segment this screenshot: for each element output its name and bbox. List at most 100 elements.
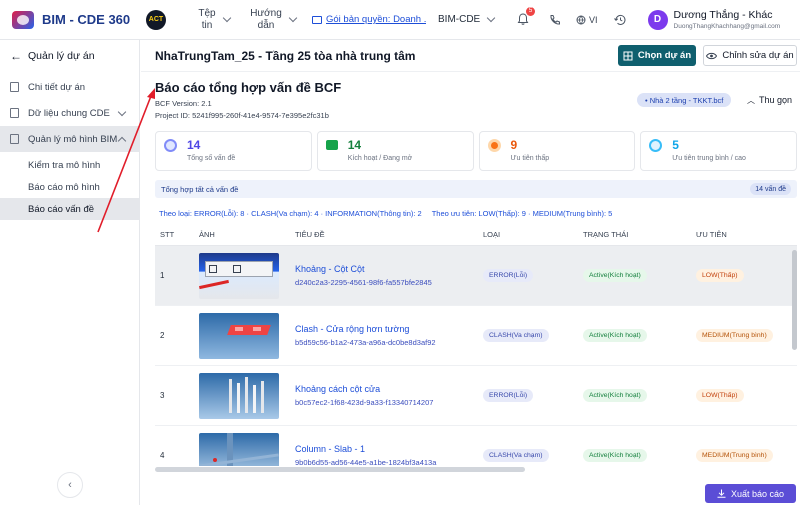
table-row[interactable]: 2 Clash - Cửa rộng hơn tường b5d59c56-b1a… — [155, 306, 797, 366]
app-name: BIM - CDE 360 — [42, 12, 131, 27]
org-badge[interactable]: ACT — [146, 9, 166, 30]
column-header[interactable]: STT — [155, 230, 195, 239]
stat-card-medium-high: 5 Ưu tiên trung bình / cao — [640, 131, 797, 171]
edit-project-button[interactable]: Chỉnh sửa dự án — [703, 45, 797, 66]
nav-files[interactable]: Tệp tin — [190, 8, 238, 32]
stat-label: Ưu tiên trung bình / cao — [672, 155, 746, 162]
stats-row: 14 Tổng số vấn đề 14 Kích hoạt / Đang mở… — [155, 131, 797, 171]
issue-thumbnail[interactable] — [199, 372, 279, 419]
table-row[interactable]: 4 Column - Slab - 1 9b0b6d55-ad56-44e5-a1… — [155, 426, 797, 466]
project-selector[interactable]: BIM-CDE — [438, 13, 508, 25]
chevron-down-icon — [288, 13, 298, 23]
phone-icon — [550, 14, 560, 25]
license-package-text: Gói bản quyền: Doanh ... — [326, 14, 426, 25]
issue-title[interactable]: Khoảng cách cột cửa — [295, 384, 483, 394]
priority-badge: LOW(Thấp) — [696, 269, 744, 282]
issue-title[interactable]: Clash - Cửa rộng hơn tường — [295, 324, 483, 334]
app-logo[interactable]: BIM - CDE 360 — [12, 10, 140, 29]
chevron-left-icon: ‹ — [68, 479, 72, 491]
row-number: 1 — [160, 271, 165, 280]
status-badge: Active(Kích hoạt) — [583, 269, 647, 282]
nav-guide[interactable]: Hướng dẫn — [248, 8, 298, 32]
horizontal-scrollbar[interactable] — [155, 467, 525, 472]
column-header[interactable]: TRẠNG THÁI — [583, 230, 696, 239]
status-badge: Active(Kích hoạt) — [583, 389, 647, 402]
notification-button[interactable]: 5 — [512, 6, 535, 31]
sidebar-back[interactable]: ← Quản lý dự án — [0, 42, 139, 70]
issue-title[interactable]: Khoảng - Cột Cột — [295, 264, 483, 274]
stat-label: Ưu tiên thấp — [510, 155, 550, 162]
priority-medium-icon — [649, 139, 663, 152]
page-title: NhaTrungTam_25 - Tầng 25 tòa nhà trung t… — [155, 48, 416, 63]
issues-table: STT ẢNH TIÊU ĐỀ LOẠI TRẠNG THÁI ƯU TIÊN … — [155, 224, 797, 466]
main-content: NhaTrungTam_25 - Tầng 25 tòa nhà trung t… — [141, 40, 800, 505]
issue-guid: d240c2a3-2295-4561-98f6-fa557bfe2845 — [295, 278, 432, 287]
language-selector[interactable]: VI — [576, 15, 598, 25]
model-file-chip: • Nhà 2 tầng - TKKT.bcf — [637, 93, 732, 107]
sidebar: ← Quản lý dự án Chi tiết dự án Dữ liệu c… — [0, 40, 140, 505]
grid-icon — [623, 51, 633, 60]
chevron-up-icon: ︿ — [747, 96, 755, 105]
row-number: 4 — [160, 451, 165, 460]
column-header[interactable]: LOẠI — [483, 230, 583, 239]
priority-breakdown: Theo ưu tiên: LOW(Thấp): 9 · MEDIUM(Trun… — [431, 209, 613, 218]
select-project-button[interactable]: Chọn dự án — [618, 45, 696, 66]
status-badge: Active(Kích hoạt) — [583, 449, 647, 462]
page-header: NhaTrungTam_25 - Tầng 25 tòa nhà trung t… — [141, 40, 800, 72]
user-menu[interactable]: D Dương Thắng - Khác DuongThangKhachhang… — [647, 9, 781, 30]
issue-thumbnail[interactable] — [199, 252, 279, 299]
sidebar-subitem-model-report[interactable]: Báo cáo mô hình — [0, 176, 139, 198]
vertical-scrollbar[interactable] — [792, 250, 797, 350]
table-row[interactable]: 3 Khoảng cách cột cửa b0c57ec2-1f68-423d-… — [155, 366, 797, 426]
export-report-button[interactable]: Xuất báo cáo — [705, 484, 796, 503]
sidebar-collapse-button[interactable]: ‹ — [57, 472, 83, 498]
type-badge: ERROR(Lỗi) — [483, 389, 534, 402]
row-number: 2 — [160, 331, 165, 340]
avatar: D — [647, 9, 668, 30]
issue-thumbnail[interactable] — [199, 312, 279, 359]
table-row[interactable]: 1 Khoảng - Cột Cột d240c2a3-2295-4561-98f… — [155, 246, 797, 306]
user-email: DuongThangKhachhang@gmail.com — [673, 23, 781, 30]
issue-thumbnail[interactable] — [199, 432, 279, 466]
chevron-up-icon — [117, 136, 127, 146]
stat-label: Tổng số vấn đề — [187, 155, 236, 162]
nav-guide-label: Hướng dẫn — [250, 7, 282, 31]
edit-project-label: Chỉnh sửa dự án — [722, 50, 794, 61]
document-icon — [10, 82, 19, 92]
project-selector-label: BIM-CDE — [438, 14, 481, 25]
stat-card-active: 14 Kích hoạt / Đang mở — [316, 131, 474, 171]
sidebar-item-cde-data[interactable]: Dữ liệu chung CDE — [0, 100, 139, 126]
sidebar-item-project-detail[interactable]: Chi tiết dự án — [0, 74, 139, 100]
table-header: STT ẢNH TIÊU ĐỀ LOẠI TRẠNG THÁI ƯU TIÊN — [155, 224, 797, 246]
sidebar-subitem-model-check[interactable]: Kiểm tra mô hình — [0, 154, 139, 176]
stat-value: 14 — [347, 138, 362, 152]
history-icon — [614, 14, 626, 25]
column-header[interactable]: TIÊU ĐỀ — [295, 230, 483, 239]
stat-label: Kích hoạt / Đang mở — [347, 155, 413, 162]
sidebar-item-label: Dữ liệu chung CDE — [28, 107, 110, 119]
folder-open-icon — [325, 140, 338, 150]
folder-icon — [312, 15, 322, 24]
chevron-down-icon — [117, 107, 127, 117]
export-report-label: Xuất báo cáo — [730, 488, 785, 499]
license-package-link[interactable]: Gói bản quyền: Doanh ... — [312, 14, 426, 25]
nav-files-label: Tệp tin — [198, 7, 216, 31]
history-button[interactable] — [610, 9, 632, 31]
column-header[interactable]: ƯU TIÊN — [696, 230, 796, 239]
column-header[interactable]: ẢNH — [195, 230, 295, 239]
language-label: VI — [589, 14, 598, 25]
sidebar-item-label: Chi tiết dự án — [28, 81, 86, 93]
collapse-button[interactable]: ︿ Thu gọn — [747, 95, 792, 106]
summary-label: Tổng hợp tất cả vấn đề — [161, 184, 239, 194]
sidebar-item-bim-management[interactable]: Quản lý mô hình BIM — [0, 126, 139, 152]
sidebar-subitem-issue-report[interactable]: Báo cáo vấn đề — [0, 198, 139, 220]
collapse-label: Thu gọn — [759, 95, 793, 105]
stat-value: 9 — [510, 138, 518, 152]
phone-button[interactable] — [544, 9, 566, 31]
chevron-down-icon — [486, 13, 496, 23]
stat-value: 14 — [187, 138, 201, 152]
download-icon — [717, 489, 726, 498]
stat-card-total: 14 Tổng số vấn đề — [155, 131, 312, 171]
sidebar-back-label: Quản lý dự án — [28, 50, 95, 62]
issue-title[interactable]: Column - Slab - 1 — [295, 444, 483, 454]
